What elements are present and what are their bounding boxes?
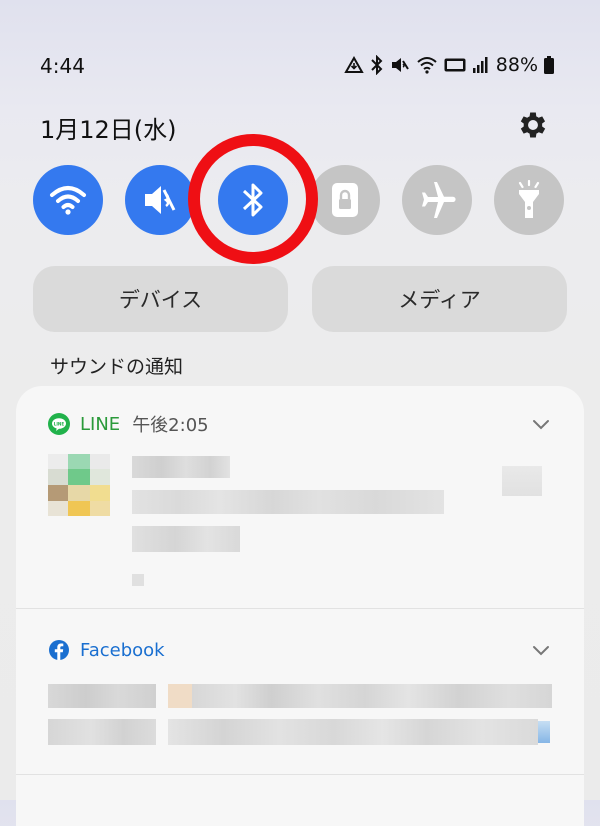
notification-header: LINE LINE 午後2:05 [48,411,209,437]
gear-icon[interactable] [516,108,550,142]
app-name: LINE [80,413,121,435]
blurred-sender [132,456,230,478]
blurred-message-line-2 [192,684,552,708]
wifi-tile[interactable] [33,165,103,235]
section-title: サウンドの通知 [50,356,184,378]
blurred-message-line-4 [168,719,538,745]
airplane-icon [422,182,456,218]
notification-time: 午後2:05 [132,415,209,436]
chevron-down-icon[interactable] [530,413,552,435]
bluetooth-tile[interactable] [218,165,288,235]
blurred-message-line-1 [132,490,444,514]
notification-line[interactable]: LINE LINE 午後2:05 [16,386,584,608]
notification-panel: LINE LINE 午後2:05 Facebook [16,386,584,826]
flashlight-tile[interactable] [494,165,564,235]
sound-tile[interactable] [125,165,195,235]
battery-percent: 88% [495,54,538,76]
status-icons: 88% [344,52,554,78]
blurred-message-line-3 [48,719,156,745]
volte-icon [444,58,466,72]
blurred-link-mark [538,721,550,743]
notification-header: Facebook [48,637,165,663]
media-button[interactable]: メディア [312,266,567,332]
app-name: Facebook [80,639,165,661]
mute-icon [145,186,176,214]
bluetooth-icon [371,55,383,75]
battery-icon [544,56,554,74]
blurred-emoji [168,684,192,708]
wifi-icon [50,186,86,215]
flashlight-icon [518,180,540,218]
svg-text:LINE: LINE [54,421,65,426]
data-saver-icon [344,56,364,73]
lock-tile[interactable] [310,165,380,235]
airplane-tile[interactable] [402,165,472,235]
notification-facebook[interactable]: Facebook [16,609,584,789]
clock: 4:44 [40,54,85,78]
quick-settings-tiles [0,165,600,235]
lock-icon [332,183,358,217]
bluetooth-icon [242,183,263,217]
devices-button[interactable]: デバイス [33,266,288,332]
facebook-icon [49,640,69,660]
blurred-thumbnail [502,466,542,496]
blurred-message-line-1 [48,684,156,708]
line-icon: LINE [48,413,70,435]
chevron-down-icon[interactable] [530,639,552,661]
blurred-message-line-3 [132,574,144,586]
wifi-calling-icon [417,57,437,74]
signal-icon [472,57,488,73]
divider [16,774,584,775]
date-label: 1月12日(水) [40,116,177,144]
mute-icon [391,58,409,72]
blurred-message-line-2 [132,526,240,552]
status-bar: 4:44 88% [0,48,600,84]
avatar [48,454,110,516]
